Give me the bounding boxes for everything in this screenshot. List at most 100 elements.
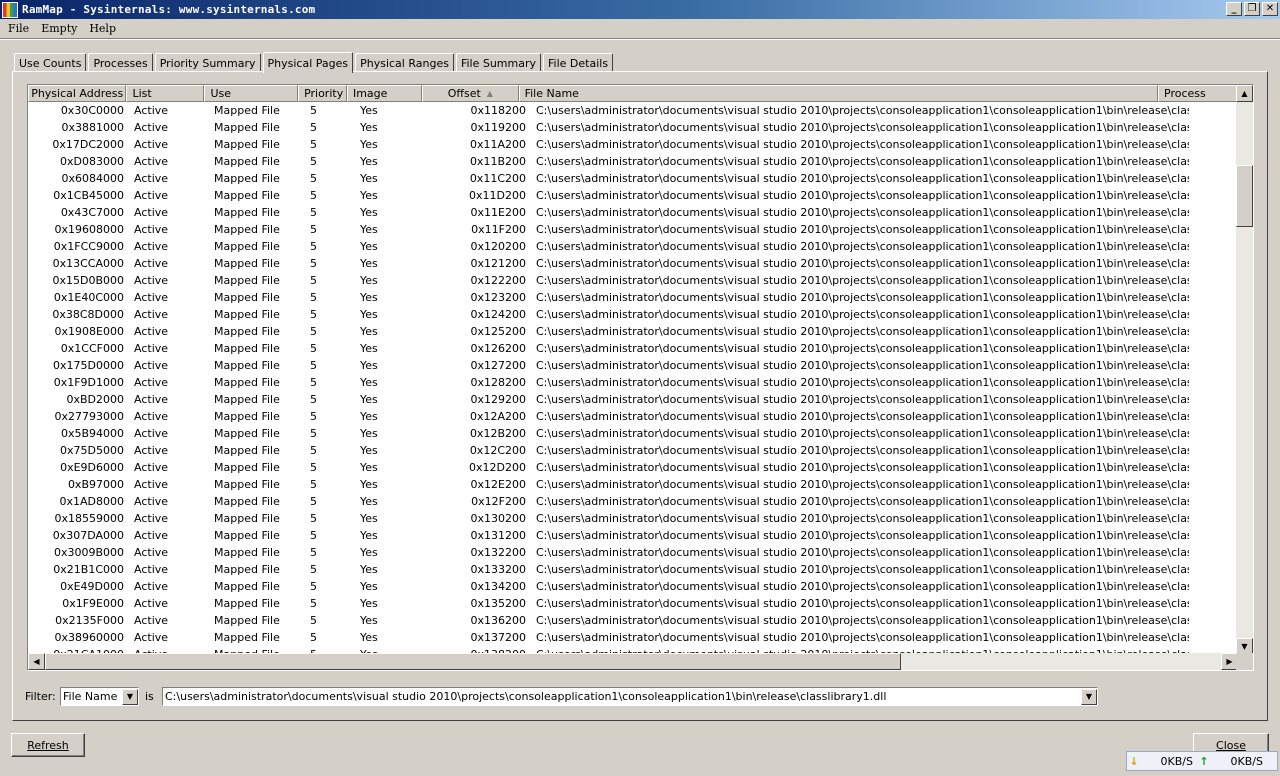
table-row[interactable]: 0x21B1C000 Active Mapped File 5 Yes 0x133200 C… xyxy=(28,561,1238,578)
table-row[interactable]: 0xB97000 Active Mapped File 5 Yes 0x12E200 C:\… xyxy=(28,476,1238,493)
tab-file-summary[interactable]: File Summary xyxy=(455,53,542,72)
vertical-scroll-thumb[interactable] xyxy=(1236,165,1253,227)
cell-file-name: C:\users\administrator\documents\visual … xyxy=(536,614,1189,627)
table-row[interactable]: 0x1CB45000 Active Mapped File 5 Yes 0x11D200 C… xyxy=(28,187,1238,204)
close-window-button[interactable]: ✕ xyxy=(1262,2,1278,16)
table-row[interactable]: 0x38C8D000 Active Mapped File 5 Yes 0x124200 C… xyxy=(28,306,1238,323)
cell-file-name: C:\users\administrator\documents\visual … xyxy=(536,325,1189,338)
table-row[interactable]: 0x75D5000 Active Mapped File 5 Yes 0x12C200 C:… xyxy=(28,442,1238,459)
cell-list: Active xyxy=(134,138,169,151)
table-row[interactable]: 0x1CCF000 Active Mapped File 5 Yes 0x126200 C:… xyxy=(28,340,1238,357)
table-row[interactable]: 0x19608000 Active Mapped File 5 Yes 0x11F200 C… xyxy=(28,221,1238,238)
cell-priority: 5 xyxy=(310,393,317,406)
column-header-physical-address[interactable]: Physical Address xyxy=(28,85,127,102)
table-row[interactable]: 0x18559000 Active Mapped File 5 Yes 0x130200 C… xyxy=(28,510,1238,527)
cell-image: Yes xyxy=(360,529,378,542)
table-row[interactable]: 0x1F9E000 Active Mapped File 5 Yes 0x135200 C:… xyxy=(28,595,1238,612)
cell-offset: 0x123200 xyxy=(470,291,527,304)
table-row[interactable]: 0x17DC2000 Active Mapped File 5 Yes 0x11A200 C… xyxy=(28,136,1238,153)
column-header-list[interactable]: List xyxy=(126,85,205,102)
table-row[interactable]: 0x307DA000 Active Mapped File 5 Yes 0x131200 C… xyxy=(28,527,1238,544)
cell-offset: 0x126200 xyxy=(470,342,527,355)
cell-priority: 5 xyxy=(310,631,317,644)
cell-file-name: C:\users\administrator\documents\visual … xyxy=(536,172,1189,185)
table-row[interactable]: 0x175D0000 Active Mapped File 5 Yes 0x127200 C… xyxy=(28,357,1238,374)
filter-field-select[interactable]: File Name ▼ xyxy=(60,687,139,706)
tab-processes[interactable]: Processes xyxy=(88,53,153,72)
tab-priority-summary[interactable]: Priority Summary xyxy=(154,53,261,72)
cell-priority: 5 xyxy=(310,223,317,236)
table-row[interactable]: 0xD083000 Active Mapped File 5 Yes 0x11B200 C:… xyxy=(28,153,1238,170)
horizontal-scroll-thumb[interactable] xyxy=(45,653,901,670)
minimize-button[interactable]: _ xyxy=(1226,2,1242,16)
table-row[interactable]: 0x15D0B000 Active Mapped File 5 Yes 0x122200 C… xyxy=(28,272,1238,289)
column-header-use[interactable]: Use xyxy=(204,85,299,102)
column-header-priority[interactable]: Priority xyxy=(298,85,347,102)
chevron-down-icon[interactable]: ▼ xyxy=(1081,688,1097,705)
menu-file[interactable]: File xyxy=(2,22,35,35)
cell-image: Yes xyxy=(360,631,378,644)
cell-offset: 0x12B200 xyxy=(469,427,526,440)
menu-help[interactable]: Help xyxy=(83,22,122,35)
cell-priority: 5 xyxy=(310,206,317,219)
chevron-down-icon[interactable]: ▼ xyxy=(122,688,138,705)
cell-file-name: C:\users\administrator\documents\visual … xyxy=(536,189,1189,202)
cell-priority: 5 xyxy=(310,325,317,338)
tab-use-counts[interactable]: Use Counts xyxy=(14,53,87,72)
cell-offset: 0x136200 xyxy=(470,614,527,627)
table-row[interactable]: 0x1908E000 Active Mapped File 5 Yes 0x125200 C… xyxy=(28,323,1238,340)
cell-use: Mapped File xyxy=(214,563,280,576)
scroll-up-icon[interactable]: ▲ xyxy=(1236,85,1253,102)
column-header-offset[interactable]: Offset ▲ xyxy=(422,85,519,102)
upload-arrow-icon: ↑ xyxy=(1199,754,1209,768)
table-row[interactable]: 0x3009B000 Active Mapped File 5 Yes 0x132200 C… xyxy=(28,544,1238,561)
table-row[interactable]: 0x1E40C000 Active Mapped File 5 Yes 0x123200 C… xyxy=(28,289,1238,306)
cell-use: Mapped File xyxy=(214,410,280,423)
table-row[interactable]: 0xE9D6000 Active Mapped File 5 Yes 0x12D200 C:… xyxy=(28,459,1238,476)
cell-image: Yes xyxy=(360,308,378,321)
table-row[interactable]: 0xE49D000 Active Mapped File 5 Yes 0x134200 C:… xyxy=(28,578,1238,595)
column-header-file-name[interactable]: File Name xyxy=(518,85,1159,102)
cell-file-name: C:\users\administrator\documents\visual … xyxy=(536,121,1189,134)
cell-image: Yes xyxy=(360,614,378,627)
table-row[interactable]: 0x27793000 Active Mapped File 5 Yes 0x12A200 C… xyxy=(28,408,1238,425)
cell-image: Yes xyxy=(360,427,378,440)
cell-offset: 0x131200 xyxy=(470,529,527,542)
cell-use: Mapped File xyxy=(214,495,280,508)
menu-empty[interactable]: Empty xyxy=(35,22,83,35)
cell-physical-address: 0x43C7000 xyxy=(60,206,124,219)
cell-physical-address: 0x13CCA000 xyxy=(52,257,124,270)
scroll-left-icon[interactable]: ◀ xyxy=(28,653,45,670)
tab-physical-pages[interactable]: Physical Pages xyxy=(262,52,354,73)
cell-list: Active xyxy=(134,155,169,168)
table-row[interactable]: 0x30C0000 Active Mapped File 5 Yes 0x118200 C:… xyxy=(28,102,1238,119)
table-row[interactable]: 0x5B94000 Active Mapped File 5 Yes 0x12B200 C:… xyxy=(28,425,1238,442)
physical-pages-list[interactable]: Physical Address List Use Priority Image… xyxy=(27,84,1254,671)
table-row[interactable]: 0x1F9D1000 Active Mapped File 5 Yes 0x128200 C… xyxy=(28,374,1238,391)
maximize-button[interactable]: ❐ xyxy=(1244,2,1260,16)
table-row[interactable]: 0x1FCC9000 Active Mapped File 5 Yes 0x120200 C… xyxy=(28,238,1238,255)
column-header-image[interactable]: Image xyxy=(346,85,423,102)
table-row[interactable]: 0x38960000 Active Mapped File 5 Yes 0x137200 C… xyxy=(28,629,1238,646)
cell-offset: 0x120200 xyxy=(470,240,527,253)
cell-list: Active xyxy=(134,325,169,338)
table-row[interactable]: 0x6084000 Active Mapped File 5 Yes 0x11C200 C:… xyxy=(28,170,1238,187)
cell-list: Active xyxy=(134,427,169,440)
cell-physical-address: 0x1CCF000 xyxy=(60,342,124,355)
filter-value-combo[interactable]: C:\users\administrator\documents\visual … xyxy=(162,687,1098,706)
table-row[interactable]: 0x2135F000 Active Mapped File 5 Yes 0x136200 C… xyxy=(28,612,1238,629)
cell-priority: 5 xyxy=(310,563,317,576)
table-row[interactable]: 0x43C7000 Active Mapped File 5 Yes 0x11E200 C:… xyxy=(28,204,1238,221)
table-row[interactable]: 0xBD2000 Active Mapped File 5 Yes 0x129200 C:\… xyxy=(28,391,1238,408)
table-row[interactable]: 0x1AD8000 Active Mapped File 5 Yes 0x12F200 C:… xyxy=(28,493,1238,510)
refresh-button[interactable]: Refresh xyxy=(11,733,85,757)
title-bar: RamMap - Sysinternals: www.sysinternals.… xyxy=(0,0,1280,19)
column-header-process[interactable]: Process xyxy=(1158,85,1238,102)
table-row[interactable]: 0x13CCA000 Active Mapped File 5 Yes 0x121200 C… xyxy=(28,255,1238,272)
tab-file-details[interactable]: File Details xyxy=(543,53,614,72)
vertical-scrollbar[interactable]: ▲ ▼ xyxy=(1236,85,1253,655)
table-row[interactable]: 0x3881000 Active Mapped File 5 Yes 0x119200 C:… xyxy=(28,119,1238,136)
tab-physical-ranges[interactable]: Physical Ranges xyxy=(355,53,454,72)
horizontal-scrollbar[interactable]: ◀ ▶ xyxy=(28,653,1238,670)
cell-offset: 0x12E200 xyxy=(470,478,526,491)
